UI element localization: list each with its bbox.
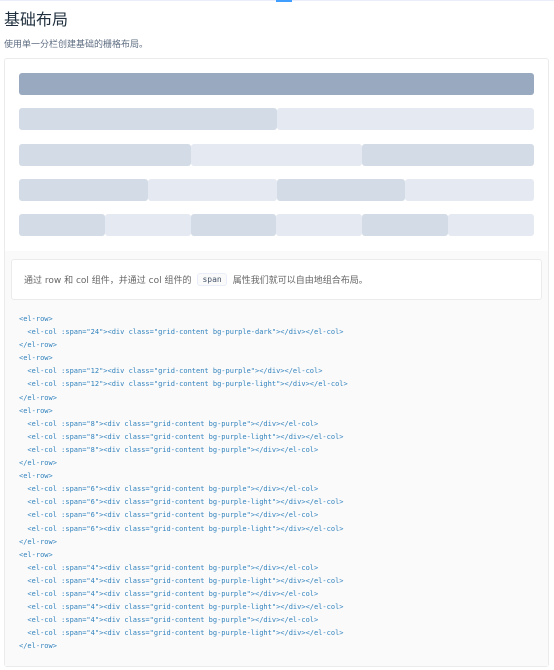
- grid-row-1: [19, 73, 534, 95]
- grid-content-purple: [276, 179, 406, 201]
- grid-content-purple: [362, 144, 534, 166]
- grid-col-span-4: [448, 214, 534, 236]
- demo-block: 通过 row 和 col 组件，并通过 col 组件的 span 属性我们就可以…: [4, 58, 549, 667]
- grid-col-span-24: [19, 73, 534, 95]
- grid-row-4: [19, 179, 534, 201]
- grid-col-span-8: [190, 144, 363, 166]
- description-text-after: 属性我们就可以自由地组合布局。: [232, 276, 368, 286]
- grid-content-purple-light: [190, 144, 363, 166]
- grid-col-span-6: [19, 179, 148, 201]
- grid-col-span-12: [276, 108, 534, 130]
- grid-col-span-6: [147, 179, 277, 201]
- grid-col-span-8: [19, 144, 191, 166]
- code-sample[interactable]: <el-row> <el-col :span="24"><div class="…: [19, 313, 539, 653]
- demo-source: [5, 59, 548, 252]
- grid-content-purple: [190, 214, 277, 236]
- grid-row-3: [19, 144, 534, 166]
- grid-content-purple-light: [276, 108, 534, 130]
- page-description: 使用单一分栏创建基础的栅格布局。: [4, 40, 149, 50]
- grid-col-span-4: [276, 214, 363, 236]
- span-code-tag: span: [197, 273, 227, 286]
- grid-content-purple-light: [448, 214, 534, 236]
- grid-content-purple-light: [405, 179, 534, 201]
- grid-col-span-6: [276, 179, 406, 201]
- grid-col-span-6: [405, 179, 534, 201]
- grid-col-span-8: [362, 144, 534, 166]
- grid-col-span-4: [19, 214, 105, 236]
- grid-content-purple: [362, 214, 449, 236]
- description-text-before: 通过 row 和 col 组件，并通过 col 组件的: [24, 276, 192, 286]
- demo-meta: 通过 row 和 col 组件，并通过 col 组件的 span 属性我们就可以…: [5, 251, 548, 666]
- active-tab-indicator: [276, 0, 292, 2]
- grid-content-purple-light: [276, 214, 363, 236]
- grid-col-span-4: [190, 214, 277, 236]
- grid-content-purple: [19, 214, 105, 236]
- grid-content-purple: [19, 144, 191, 166]
- grid-row-2: [19, 108, 534, 130]
- grid-content-purple-dark: [19, 73, 534, 95]
- page-title: 基础布局: [4, 10, 69, 29]
- grid-content-purple-light: [104, 214, 191, 236]
- grid-content-purple: [19, 179, 148, 201]
- grid-content-purple: [19, 108, 277, 130]
- demo-description: 通过 row 和 col 组件，并通过 col 组件的 span 属性我们就可以…: [11, 259, 542, 300]
- grid-col-span-4: [362, 214, 449, 236]
- grid-col-span-12: [19, 108, 277, 130]
- grid-content-purple-light: [147, 179, 277, 201]
- grid-col-span-4: [104, 214, 191, 236]
- grid-row-5: [19, 214, 534, 236]
